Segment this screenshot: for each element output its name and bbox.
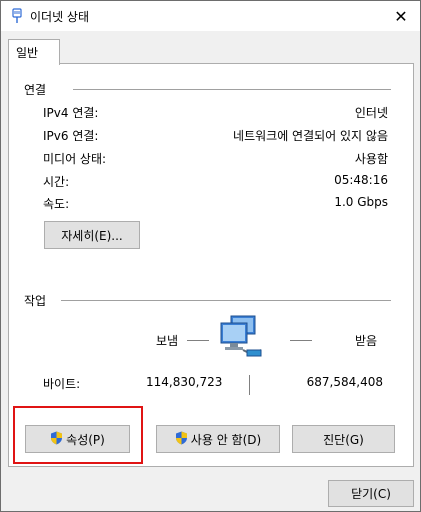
activity-section-label: 작업 (24, 294, 47, 308)
speed-label: 속도: (43, 197, 70, 211)
bytes-label: 바이트: (43, 377, 81, 391)
received-bytes-value: 687,584,408 (306, 375, 383, 389)
disable-button[interactable]: 사용 안 함(D) (156, 425, 280, 453)
sent-bytes-value: 114,830,723 (146, 375, 223, 389)
connection-divider (73, 89, 391, 90)
ethernet-icon (11, 8, 23, 24)
duration-value: 05:48:16 (334, 173, 388, 187)
details-button-label: 자세히(E)... (61, 228, 123, 243)
ipv4-value: 인터넷 (354, 106, 388, 120)
sent-line (187, 340, 209, 341)
close-icon: ✕ (394, 6, 408, 26)
media-state-label: 미디어 상태: (43, 152, 107, 166)
received-line (290, 340, 312, 341)
disable-button-label: 사용 안 함(D) (190, 432, 262, 447)
tab-general[interactable]: 일반 (8, 39, 60, 65)
window-title: 이더넷 상태 (30, 10, 90, 24)
ipv4-label: IPv4 연결: (43, 106, 99, 120)
close-button[interactable]: 닫기(C) (328, 480, 414, 507)
close-window-button[interactable]: ✕ (382, 1, 420, 31)
title-bar: 이더넷 상태 ✕ (1, 1, 420, 31)
activity-divider (61, 300, 391, 301)
diagnose-button[interactable]: 진단(G) (292, 425, 395, 453)
network-computers-icon (217, 314, 267, 360)
sent-label: 보냄 (156, 334, 179, 348)
status-window: 이더넷 상태 ✕ 일반 연결 IPv4 연결: 인터넷 IPv6 연결: 네트워… (0, 0, 421, 512)
close-button-label: 닫기(C) (351, 487, 391, 501)
shield-icon (175, 431, 188, 448)
highlight-box (13, 406, 143, 464)
diagnose-button-label: 진단(G) (323, 432, 364, 447)
ipv6-value: 네트워크에 연결되어 있지 않음 (233, 129, 388, 143)
media-state-value: 사용함 (354, 152, 388, 166)
received-label: 받음 (355, 334, 378, 348)
duration-label: 시간: (43, 175, 70, 189)
tab-general-label: 일반 (16, 46, 39, 60)
details-button[interactable]: 자세히(E)... (44, 221, 140, 249)
bytes-separator (249, 375, 250, 395)
ipv6-label: IPv6 연결: (43, 129, 99, 143)
connection-section-label: 연결 (24, 83, 47, 97)
speed-value: 1.0 Gbps (334, 195, 388, 209)
